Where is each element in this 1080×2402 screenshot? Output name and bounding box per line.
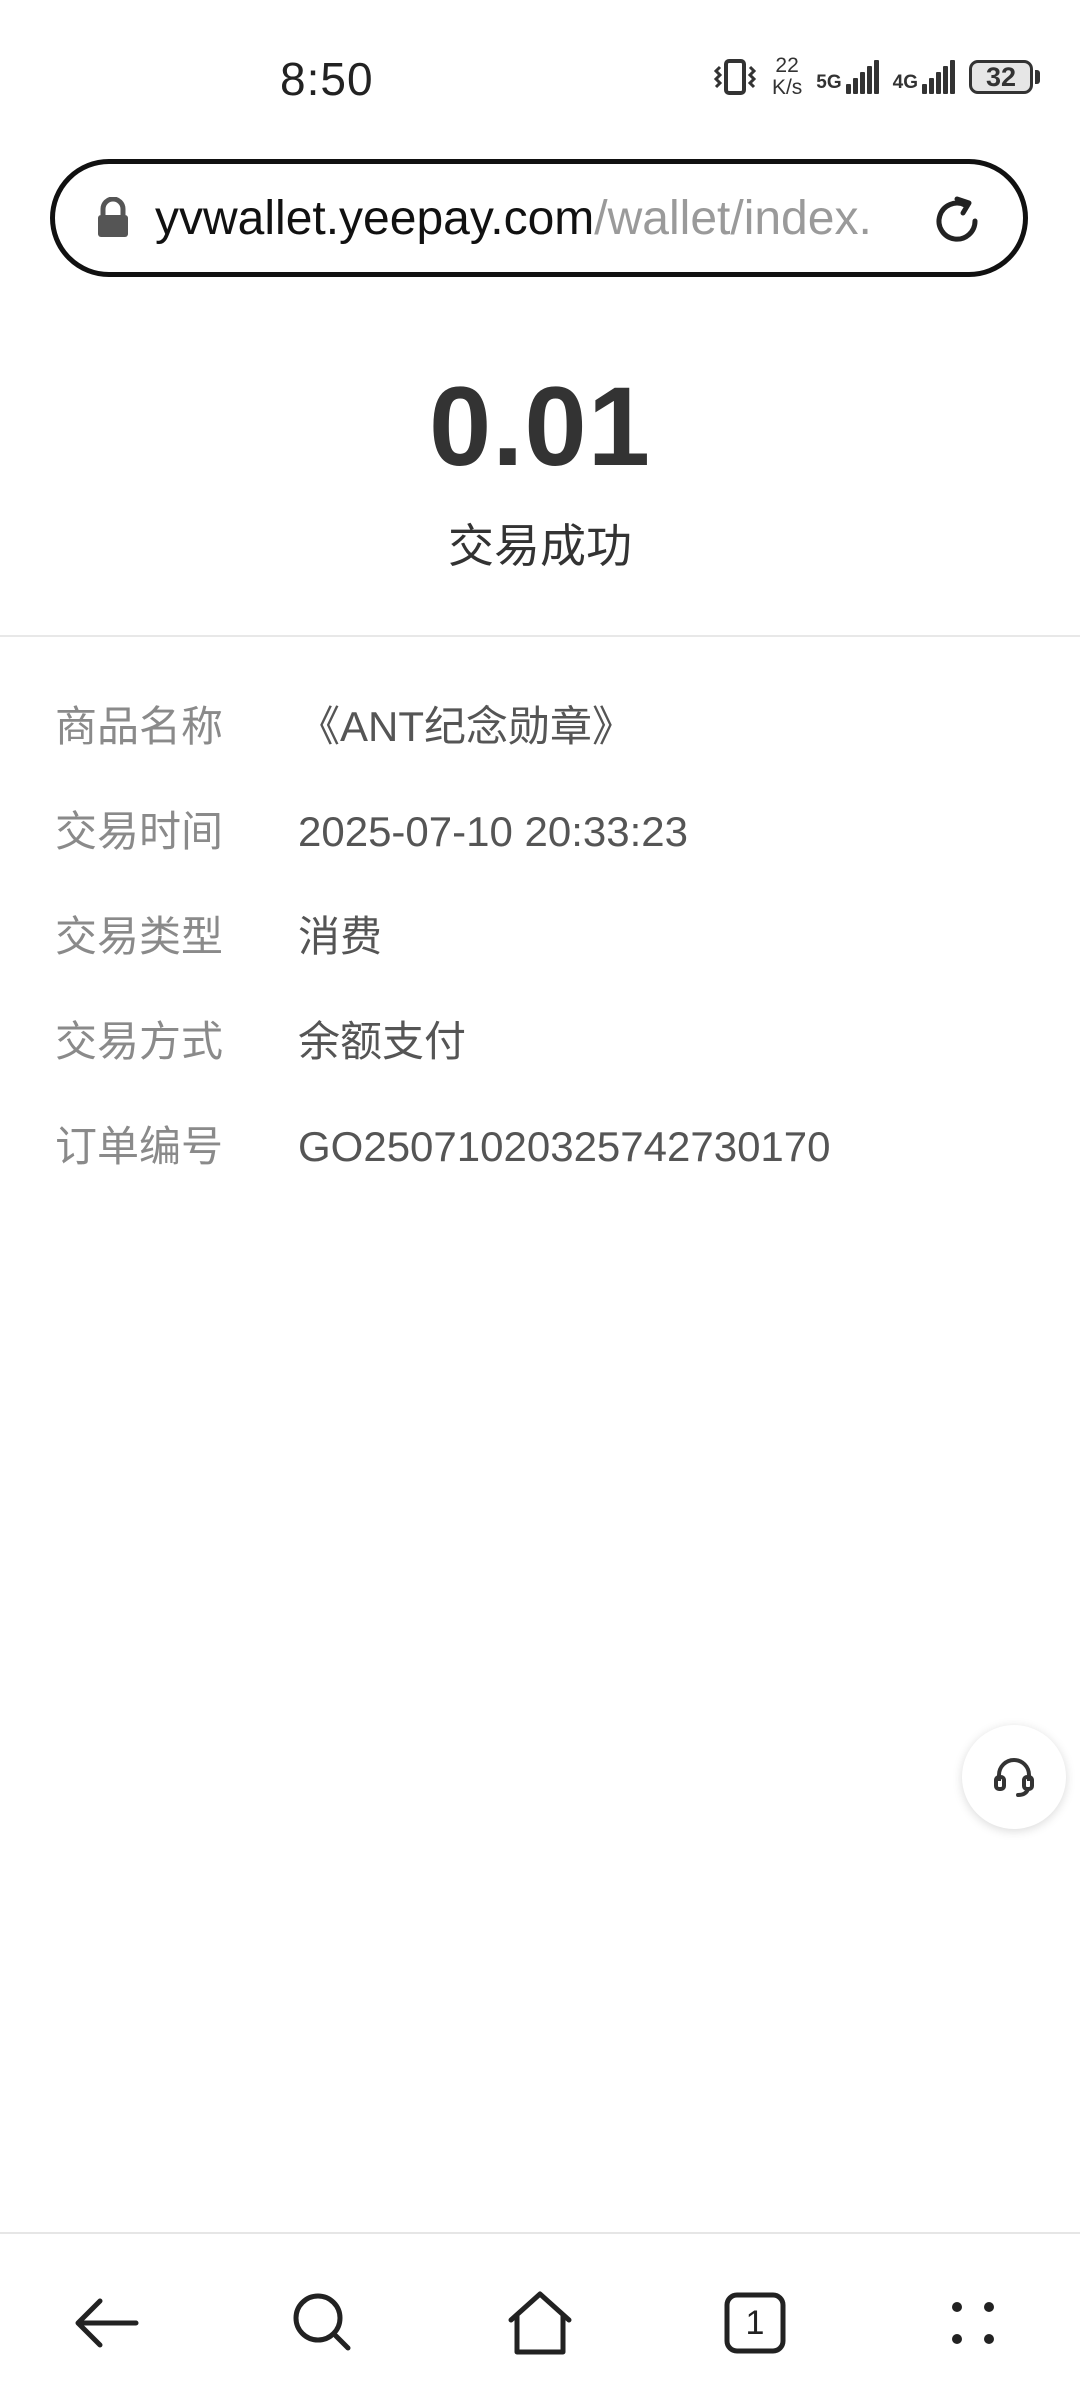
- detail-row-time: 交易时间 2025-07-10 20:33:23: [0, 797, 1080, 902]
- detail-label: 订单编号: [55, 1123, 224, 1170]
- detail-value: 《ANT纪念勋章》: [298, 703, 635, 750]
- more-button[interactable]: [938, 2288, 1008, 2358]
- transaction-status: 交易成功: [448, 520, 632, 572]
- detail-row-order-number: 订单编号 GO25071020325742730170: [0, 1112, 1080, 1217]
- lock-icon: [98, 197, 128, 237]
- signal-bar: [852, 78, 858, 94]
- url-path: /wallet/index.: [594, 191, 872, 245]
- search-button[interactable]: [288, 2288, 358, 2358]
- detail-label: 交易方式: [55, 1018, 224, 1065]
- status-icons: 22 K/s 5G 4G 32: [712, 52, 1040, 102]
- status-bar: 8:50 22 K/s 5G 4G 32: [0, 0, 1080, 150]
- transaction-details: 商品名称 《ANT纪念勋章》 交易时间 2025-07-10 20:33:23 …: [0, 692, 1080, 1217]
- home-icon: [508, 2291, 572, 2355]
- customer-service-button[interactable]: [962, 1725, 1066, 1829]
- signal-bar: [943, 66, 948, 94]
- search-icon: [293, 2293, 351, 2351]
- battery-level: 32: [969, 60, 1033, 94]
- battery-icon: 32: [969, 60, 1040, 94]
- sim2-label: 4G: [892, 72, 918, 93]
- detail-label: 商品名称: [55, 703, 224, 750]
- signal-sim2: 4G: [893, 60, 955, 94]
- net-speed: 22 K/s: [772, 55, 802, 99]
- url-host: yvwallet.yeepay.com: [155, 191, 595, 245]
- vibrate-icon: [713, 59, 757, 95]
- detail-row-method: 交易方式 余额支付: [0, 1007, 1080, 1112]
- detail-label: 交易类型: [55, 913, 224, 960]
- detail-value: 余额支付: [298, 1018, 467, 1065]
- home-button[interactable]: [505, 2288, 575, 2358]
- detail-value: GO25071020325742730170: [298, 1123, 831, 1170]
- bottom-nav: 1: [0, 2232, 1080, 2402]
- reload-icon[interactable]: [927, 191, 987, 251]
- tabs-button[interactable]: 1: [720, 2288, 790, 2358]
- signal-sim1: 5G: [816, 60, 879, 94]
- signal-bar: [866, 66, 872, 94]
- sim1-label: 5G: [816, 72, 842, 93]
- signal-bar: [936, 72, 941, 94]
- back-arrow-icon: [75, 2298, 139, 2348]
- signal-bar: [922, 84, 927, 94]
- signal-bar: [873, 60, 879, 94]
- detail-label: 交易时间: [55, 808, 224, 855]
- more-icon: [952, 2302, 994, 2344]
- signal-bar: [845, 84, 851, 94]
- net-speed-value: 22: [775, 54, 799, 77]
- url-text[interactable]: yvwallet.yeepay.com/wallet/index.: [155, 191, 895, 246]
- transaction-amount: 0.01: [429, 364, 651, 489]
- signal-bar: [950, 60, 955, 94]
- detail-value: 消费: [298, 913, 383, 960]
- signal-bar: [859, 72, 865, 94]
- divider: [0, 635, 1080, 637]
- headset-icon: [994, 1758, 1034, 1797]
- signal-bar: [929, 78, 934, 94]
- detail-row-type: 交易类型 消费: [0, 902, 1080, 1007]
- address-bar[interactable]: yvwallet.yeepay.com/wallet/index.: [50, 159, 1028, 277]
- battery-tip: [1035, 70, 1040, 84]
- status-time: 8:50: [280, 53, 374, 105]
- tab-count: 1: [745, 2303, 765, 2342]
- net-speed-unit: K/s: [771, 76, 803, 99]
- detail-value: 2025-07-10 20:33:23: [298, 808, 688, 855]
- detail-row-product: 商品名称 《ANT纪念勋章》: [0, 692, 1080, 797]
- back-button[interactable]: [72, 2288, 142, 2358]
